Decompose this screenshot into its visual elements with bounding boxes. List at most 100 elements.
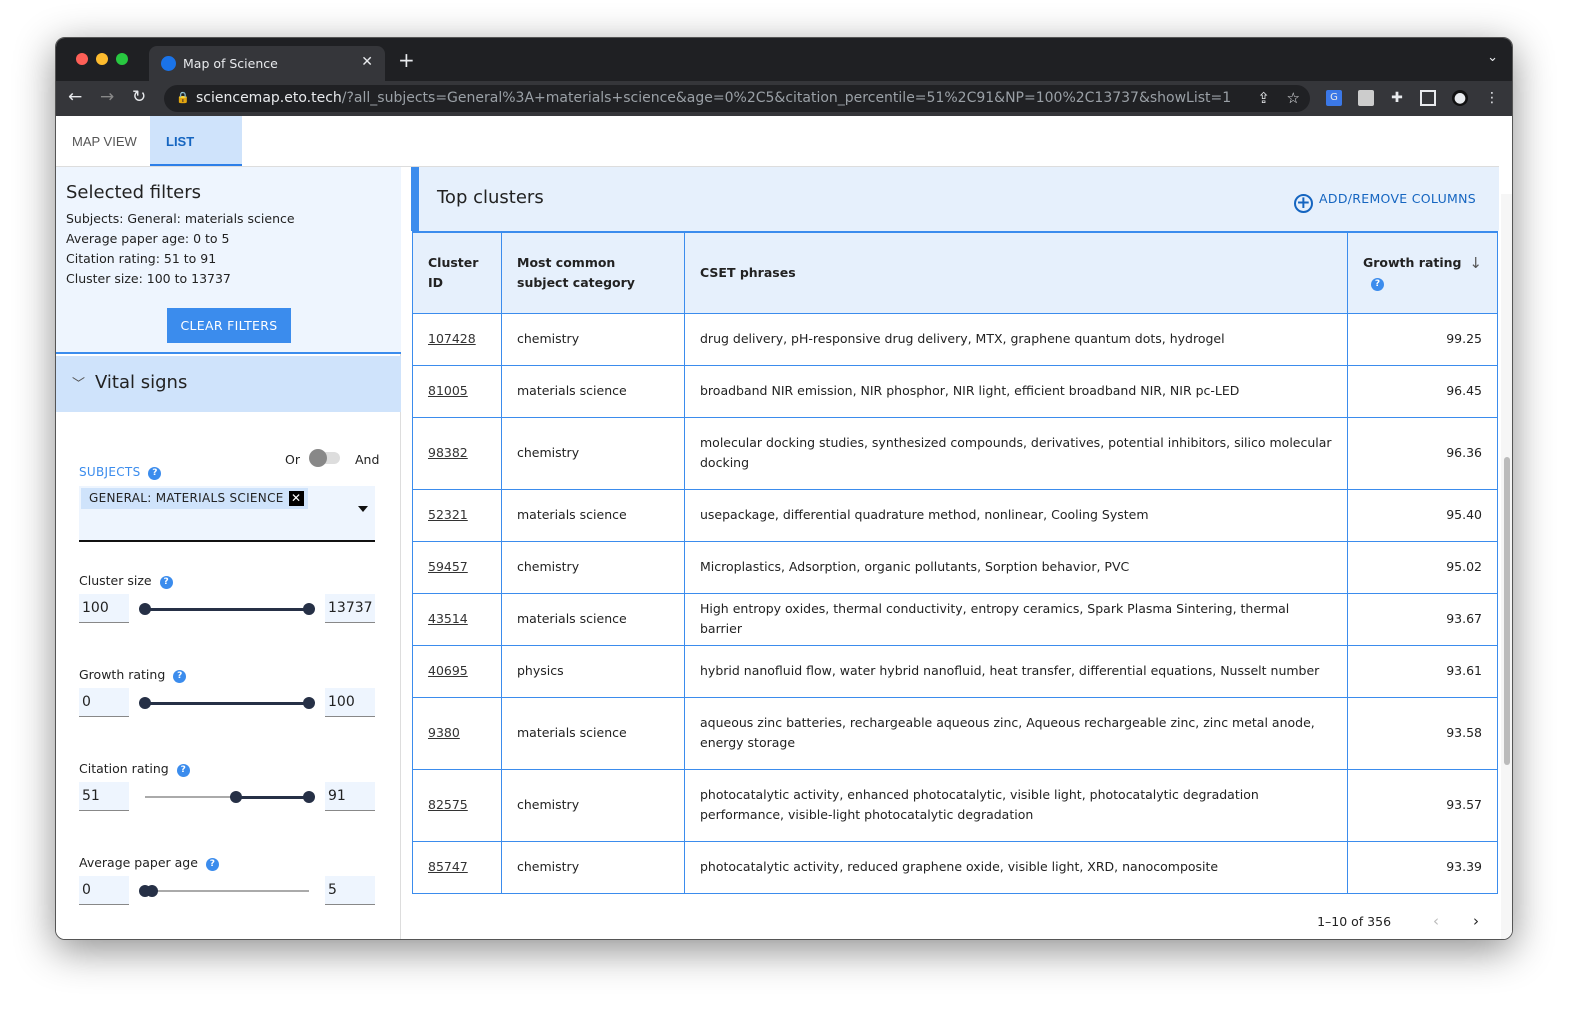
cluster-id-cell[interactable]: 82575	[412, 768, 502, 842]
table-row[interactable]: 40695 physics hybrid nanofluid flow, wat…	[412, 644, 1498, 698]
growth-rating-cell: 95.02	[1347, 540, 1498, 594]
table-row[interactable]: 9380 materials science aqueous zinc batt…	[412, 696, 1498, 770]
extensions-puzzle-icon[interactable]: ✚	[1389, 90, 1405, 106]
cluster-id-link[interactable]: 85747	[428, 859, 468, 874]
page-scrollbar[interactable]	[1501, 194, 1512, 939]
subjects-select[interactable]: GENERAL: MATERIALS SCIENCE ✕	[79, 486, 375, 542]
pagination: 1–10 of 356 ‹ ›	[1317, 912, 1479, 930]
cluster-id-cell[interactable]: 40695	[412, 644, 502, 698]
table-row[interactable]: 107428 chemistry drug delivery, pH-respo…	[412, 312, 1498, 366]
reload-icon[interactable]: ↻	[132, 87, 146, 107]
cluster-id-link[interactable]: 40695	[428, 663, 468, 678]
tab-map-view[interactable]: MAP VIEW	[56, 116, 153, 166]
forward-icon[interactable]: →	[100, 87, 114, 107]
table-row[interactable]: 81005 materials science broadband NIR em…	[412, 364, 1498, 418]
average-paper-age-min-input[interactable]: 0	[79, 876, 129, 905]
phrases-cell: hybrid nanofluid flow, water hybrid nano…	[684, 644, 1348, 698]
column-header-cluster-id[interactable]: Cluster ID	[412, 231, 502, 314]
table-row[interactable]: 43514 materials science High entropy oxi…	[412, 592, 1498, 646]
menu-kebab-icon[interactable]: ⋮	[1484, 90, 1500, 106]
help-icon[interactable]: ?	[176, 764, 190, 777]
previous-page-icon[interactable]: ‹	[1433, 912, 1439, 930]
maximize-window-button[interactable]	[116, 53, 128, 65]
help-icon[interactable]: ?	[148, 467, 162, 480]
growth-rating-cell: 93.58	[1347, 696, 1498, 770]
cluster-id-cell[interactable]: 52321	[412, 488, 502, 542]
cluster-id-cell[interactable]: 107428	[412, 312, 502, 366]
slider-max-thumb[interactable]	[303, 696, 315, 709]
cluster-id-cell[interactable]: 81005	[412, 364, 502, 418]
slider-max-thumb[interactable]	[145, 884, 158, 897]
column-header-subject[interactable]: Most common subject category	[501, 231, 685, 314]
scrollbar-thumb[interactable]	[1504, 457, 1510, 765]
tab-search-chevron-icon[interactable]: ⌄	[1487, 50, 1498, 65]
cluster-id-cell[interactable]: 85747	[412, 840, 502, 894]
growth-rating-min-input[interactable]: 0	[79, 688, 129, 717]
sort-descending-icon[interactable]: ↓	[1469, 253, 1482, 273]
slider-max-thumb[interactable]	[303, 790, 315, 803]
citation-rating-min-input[interactable]: 51	[79, 782, 129, 811]
slider-max-thumb[interactable]	[303, 602, 315, 615]
help-icon[interactable]: ?	[205, 858, 219, 871]
side-panel-icon[interactable]	[1420, 90, 1436, 106]
average-paper-age-slider[interactable]	[139, 884, 309, 897]
table-row[interactable]: 98382 chemistry molecular docking studie…	[412, 416, 1498, 490]
citation-rating-slider[interactable]	[145, 790, 315, 803]
translate-extension-icon[interactable]: G	[1326, 90, 1342, 106]
column-header-growth-rating[interactable]: ↓ Growth rating?	[1347, 231, 1498, 314]
growth-rating-cell: 95.40	[1347, 488, 1498, 542]
cluster-size-slider[interactable]	[139, 602, 315, 615]
add-remove-columns-button[interactable]: + ADD/REMOVE COLUMNS	[1294, 191, 1476, 213]
document-extension-icon[interactable]	[1358, 90, 1374, 106]
cluster-size-min-input[interactable]: 100	[79, 594, 129, 623]
table-row[interactable]: 59457 chemistry Microplastics, Adsorptio…	[412, 540, 1498, 594]
column-header-phrases[interactable]: CSET phrases	[684, 231, 1348, 314]
cluster-id-cell[interactable]: 98382	[412, 416, 502, 490]
next-page-icon[interactable]: ›	[1473, 912, 1479, 930]
slider-min-thumb[interactable]	[139, 696, 151, 709]
remove-chip-icon[interactable]: ✕	[288, 491, 304, 506]
cluster-id-link[interactable]: 52321	[428, 507, 468, 522]
cluster-id-link[interactable]: 98382	[428, 445, 468, 460]
cluster-id-link[interactable]: 107428	[428, 331, 476, 346]
table-row[interactable]: 52321 materials science usepackage, diff…	[412, 488, 1498, 542]
cluster-id-cell[interactable]: 59457	[412, 540, 502, 594]
help-icon[interactable]: ?	[159, 576, 173, 589]
clear-filters-button[interactable]: CLEAR FILTERS	[167, 308, 291, 343]
phrases-cell: Microplastics, Adsorption, organic pollu…	[684, 540, 1348, 594]
back-icon[interactable]: ←	[68, 87, 82, 107]
cluster-id-link[interactable]: 59457	[428, 559, 468, 574]
vital-signs-header[interactable]: ﹀ Vital signs	[56, 356, 401, 412]
close-window-button[interactable]	[76, 53, 88, 65]
average-paper-age-max-input[interactable]: 5	[325, 876, 375, 905]
subject-cell: physics	[501, 644, 685, 698]
new-tab-icon[interactable]: +	[398, 48, 415, 72]
minimize-window-button[interactable]	[96, 53, 108, 65]
help-icon[interactable]: ?	[1371, 277, 1384, 291]
share-icon[interactable]: ⇪	[1257, 89, 1270, 107]
cluster-id-cell[interactable]: 43514	[412, 592, 502, 646]
table-row[interactable]: 85747 chemistry photocatalytic activity,…	[412, 840, 1498, 894]
growth-rating-max-input[interactable]: 100	[325, 688, 375, 717]
dropdown-caret-icon[interactable]	[358, 506, 368, 512]
cluster-id-link[interactable]: 9380	[428, 725, 460, 740]
browser-tab[interactable]: Map of Science ✕	[149, 46, 385, 81]
cluster-id-link[interactable]: 43514	[428, 611, 468, 626]
profile-icon[interactable]: ●	[1452, 90, 1468, 106]
or-and-toggle[interactable]	[309, 449, 340, 467]
help-icon[interactable]: ?	[173, 670, 187, 683]
citation-rating-max-input[interactable]: 91	[325, 782, 375, 811]
tab-list-view[interactable]: LIST VIEW	[150, 116, 242, 201]
cluster-size-max-input[interactable]: 13737	[325, 594, 375, 623]
phrases-cell: photocatalytic activity, reduced graphen…	[684, 840, 1348, 894]
table-row[interactable]: 82575 chemistry photocatalytic activity,…	[412, 768, 1498, 842]
address-bar[interactable]: 🔒 sciencemap.eto.tech/?all_subjects=Gene…	[164, 85, 1310, 112]
bookmark-star-icon[interactable]: ☆	[1287, 89, 1300, 107]
cluster-id-link[interactable]: 81005	[428, 383, 468, 398]
cluster-id-cell[interactable]: 9380	[412, 696, 502, 770]
slider-min-thumb[interactable]	[139, 602, 151, 615]
close-tab-icon[interactable]: ✕	[361, 54, 373, 70]
slider-min-thumb[interactable]	[230, 790, 243, 803]
growth-rating-slider[interactable]	[139, 696, 315, 709]
cluster-id-link[interactable]: 82575	[428, 797, 468, 812]
